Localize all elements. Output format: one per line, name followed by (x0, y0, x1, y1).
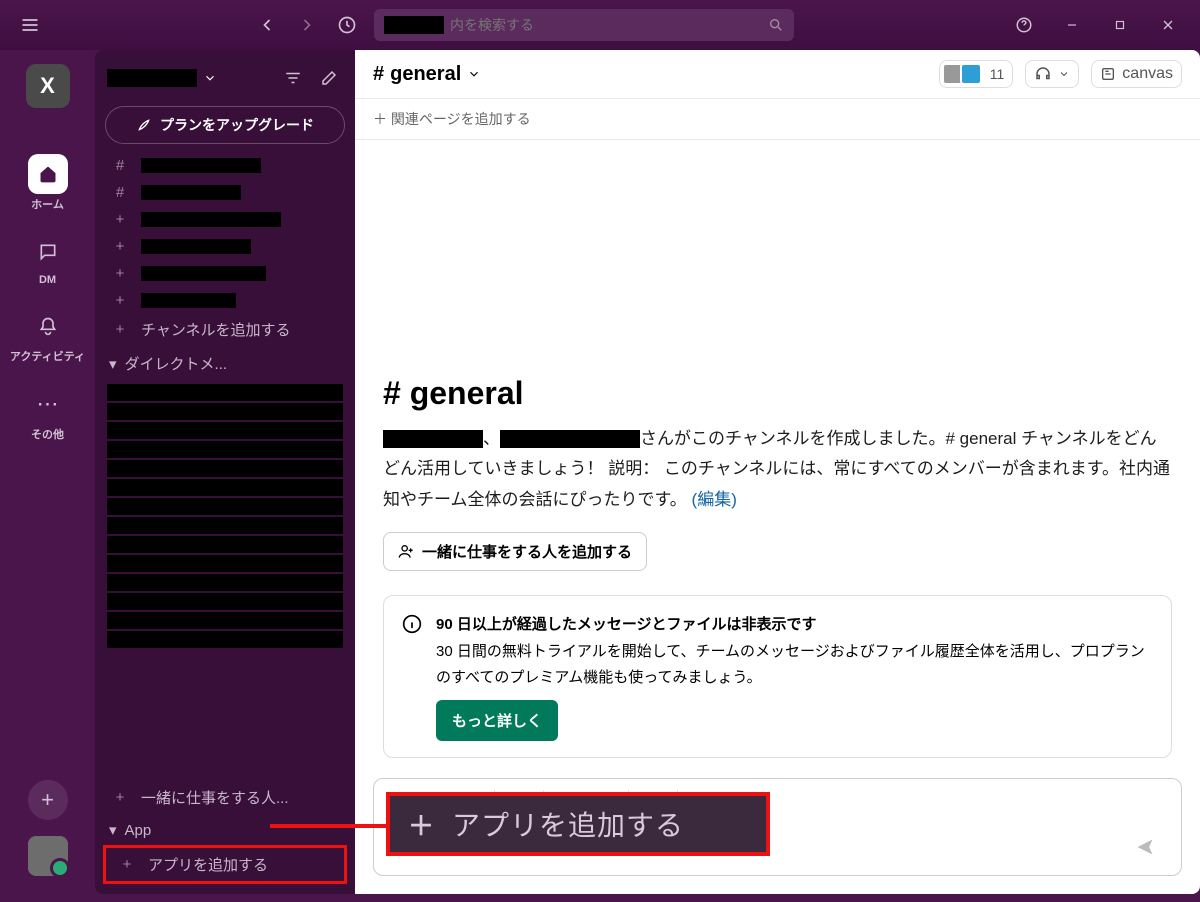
avatar-icon (960, 63, 982, 85)
channel-item[interactable]: + (95, 287, 355, 314)
nav-back[interactable] (250, 8, 284, 42)
dm-list (107, 382, 343, 650)
plus-icon: ＋ (373, 111, 387, 127)
filter-icon[interactable] (279, 64, 307, 92)
compose-icon[interactable] (315, 64, 343, 92)
add-apps-highlighted[interactable]: +アプリを追加する (103, 845, 347, 884)
send-button[interactable] (1121, 837, 1169, 857)
app-section-header[interactable]: ▾ App (95, 813, 355, 843)
chevron-down-icon (467, 67, 481, 81)
person-add-icon (398, 543, 414, 559)
user-avatar[interactable] (28, 836, 68, 876)
caret-icon: ▾ (109, 355, 117, 373)
caret-icon: ▾ (109, 821, 117, 839)
channel-heading: # general (383, 375, 1172, 412)
rail-create[interactable]: + (28, 780, 68, 820)
annotation-callout: ＋ アプリを追加する (386, 792, 770, 856)
canvas-button[interactable]: canvas (1091, 60, 1182, 88)
channel-item[interactable]: # (95, 179, 355, 206)
title-bar (0, 0, 1200, 50)
window-maximize[interactable] (1098, 5, 1142, 45)
search-bar[interactable] (374, 9, 794, 41)
annotation-connector (270, 824, 390, 828)
channel-title[interactable]: # general (373, 63, 481, 86)
history-icon[interactable] (330, 8, 364, 42)
dm-section-header[interactable]: ▾ ダイレクトメ... (95, 345, 355, 378)
workspace-switcher[interactable]: X (26, 64, 70, 108)
info-icon (402, 614, 422, 634)
rail-home[interactable]: ホーム (0, 146, 95, 220)
search-input[interactable] (450, 17, 784, 33)
workspace-name[interactable] (107, 69, 217, 87)
help-icon[interactable] (1002, 5, 1046, 45)
edit-link[interactable]: (編集) (692, 490, 737, 509)
trial-info-box: 90 日以上が経過したメッセージとファイルは非表示です 30 日間の無料トライア… (383, 595, 1172, 759)
chevron-down-icon (203, 71, 217, 85)
headphones-icon (1034, 65, 1052, 83)
rail-dm[interactable]: DM (0, 224, 95, 294)
huddle-button[interactable] (1025, 60, 1079, 88)
content-pane: # general 11 canvas (355, 50, 1200, 894)
search-icon (768, 17, 784, 33)
hash-icon: # (373, 63, 384, 86)
add-channel[interactable]: +チャンネルを追加する (95, 314, 355, 345)
window-minimize[interactable] (1050, 5, 1094, 45)
window-close[interactable] (1146, 5, 1190, 45)
channel-item[interactable]: + (95, 206, 355, 233)
hamburger-menu[interactable] (10, 5, 50, 45)
sidebar: プランをアップグレード # # + + + + +チャンネルを追加する ▾ ダイ… (95, 50, 355, 894)
chevron-down-icon (1058, 68, 1070, 80)
member-count[interactable]: 11 (939, 60, 1014, 88)
channel-item[interactable]: + (95, 233, 355, 260)
nav-forward[interactable] (290, 8, 324, 42)
add-people-button[interactable]: 一緒に仕事をする人を追加する (383, 532, 647, 571)
learn-more-button[interactable]: もっと詳しく (436, 700, 558, 741)
channel-description: 、さんがこのチャンネルを作成しました。# general チャンネルをどんどん活… (383, 424, 1172, 516)
add-coworkers[interactable]: +一緒に仕事をする人... (95, 782, 355, 813)
upgrade-button[interactable]: プランをアップグレード (105, 106, 345, 144)
rail-activity[interactable]: アクティビティ (0, 298, 95, 372)
channel-item[interactable]: # (95, 152, 355, 179)
plus-icon: ＋ (408, 806, 434, 843)
channel-item[interactable]: + (95, 260, 355, 287)
rail-more[interactable]: ⋯ その他 (0, 376, 95, 450)
canvas-icon (1100, 66, 1116, 82)
rocket-icon (136, 117, 152, 133)
add-bookmark[interactable]: ＋ 関連ページを追加する (355, 99, 1200, 140)
redacted-workspace (384, 16, 444, 34)
nav-rail: X ホーム DM アクティビティ ⋯ その他 + (0, 50, 95, 894)
